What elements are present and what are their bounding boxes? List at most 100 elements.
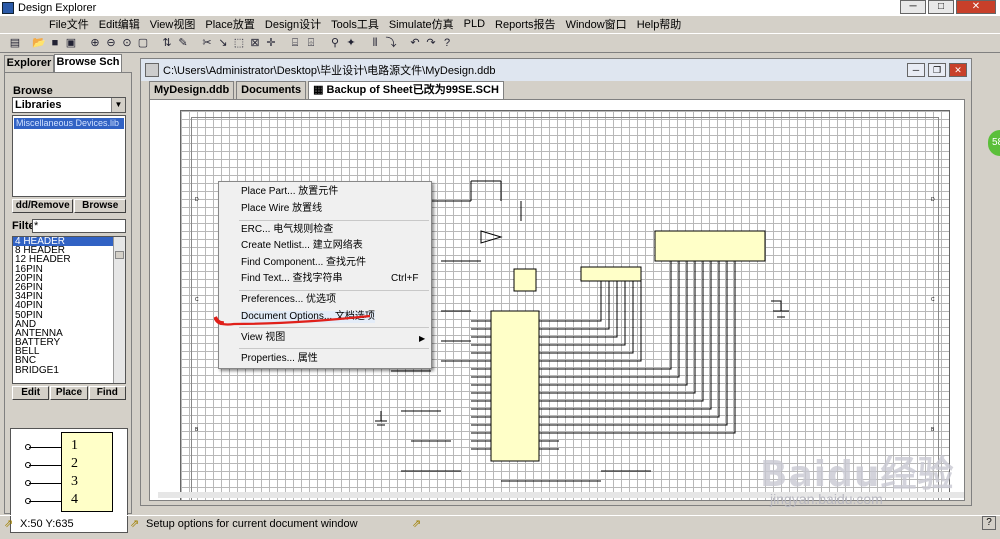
zoom-in-icon[interactable]: ⊕ — [88, 36, 102, 50]
pin-number: 3 — [71, 474, 78, 489]
menu-preferences[interactable]: Preferences... 优选项 — [241, 294, 336, 306]
menu-place-wire[interactable]: Place Wire 放置线 — [241, 203, 322, 215]
highlight-icon[interactable]: ✦ — [344, 36, 358, 50]
menu-view[interactable]: View视图 — [145, 16, 201, 32]
doc-close-button[interactable]: ✕ — [949, 63, 967, 77]
split-icon[interactable]: ⫴ — [368, 36, 382, 50]
menu-help[interactable]: Help帮助 — [632, 16, 687, 32]
menu-erc[interactable]: ERC... 电气规则检查 — [241, 224, 333, 236]
panel-toggle-icon[interactable]: ▤ — [8, 36, 22, 50]
zoom-out-icon[interactable]: ⊖ — [104, 36, 118, 50]
tab-mydesign-ddb[interactable]: MyDesign.ddb — [149, 81, 235, 99]
open-icon[interactable]: 📂 — [32, 36, 46, 50]
component-list-scrollbar[interactable] — [113, 237, 125, 383]
deselect-icon[interactable]: ⊠ — [248, 36, 262, 50]
document-icon — [145, 63, 159, 77]
cut-icon[interactable]: ✂ — [200, 36, 214, 50]
doc-restore-button[interactable]: ❐ — [928, 63, 946, 77]
library-item[interactable]: Miscellaneous Devices.lib — [14, 118, 124, 129]
browse-select-value: Libraries — [15, 99, 62, 111]
watermark: Baidu经验 jingyan.baidu.com — [760, 445, 1000, 515]
place-button[interactable]: Place — [50, 386, 88, 400]
border-label-b: B — [195, 427, 199, 433]
tab-explorer[interactable]: Explorer — [4, 55, 54, 72]
menu-separator — [239, 290, 429, 291]
find-button[interactable]: Find — [88, 386, 126, 400]
menu-pld[interactable]: PLD — [459, 18, 490, 30]
browse-label: Browse — [13, 85, 53, 97]
filter-input[interactable]: * — [32, 219, 126, 233]
library-icon[interactable]: ⌸ — [288, 36, 302, 50]
scrollbar-thumb[interactable] — [115, 251, 124, 259]
menu-edit[interactable]: Edit编辑 — [94, 16, 145, 32]
menu-design[interactable]: Design设计 — [260, 16, 326, 32]
tab-browse-sch[interactable]: Browse Sch — [54, 54, 122, 73]
browse-library-icon[interactable]: ⌹ — [304, 36, 318, 50]
maximize-button[interactable]: □ — [928, 0, 954, 14]
menu-find-text[interactable]: Find Text... 查找字符串 Ctrl+F — [241, 273, 427, 285]
pencil-icon[interactable]: ✎ — [176, 36, 190, 50]
pin-number: 2 — [71, 456, 78, 471]
menu-separator — [239, 220, 429, 221]
help-icon[interactable]: ? — [440, 36, 454, 50]
border-label-d-right: D — [931, 197, 935, 203]
menu-window[interactable]: Window窗口 — [561, 16, 632, 32]
pin-line — [29, 501, 61, 502]
pin-line — [29, 465, 61, 466]
tab-backup-sheet[interactable]: ▦ Backup of Sheet已改为99SE.SCH — [308, 81, 504, 99]
menu-reports[interactable]: Reports报告 — [490, 16, 561, 32]
menu-find-component[interactable]: Find Component... 查找元件 — [241, 257, 366, 269]
add-remove-button[interactable]: dd/Remove — [12, 199, 74, 213]
menu-tools[interactable]: Tools工具 — [326, 16, 384, 32]
move-icon[interactable]: ✛ — [264, 36, 278, 50]
status-message: ⇗ Setup options for current document win… — [130, 518, 358, 530]
probe-icon[interactable]: ⚲ — [328, 36, 342, 50]
resistor-pack — [580, 266, 642, 282]
edit-button[interactable]: Edit — [12, 386, 50, 400]
menu-bar: File文件 Edit编辑 View视图 Place放置 Design设计 To… — [0, 16, 1000, 32]
tab-documents[interactable]: Documents — [236, 81, 307, 99]
sensor-chip — [513, 268, 537, 292]
lcd-header — [654, 230, 766, 262]
menu-create-netlist[interactable]: Create Netlist... 建立网络表 — [241, 240, 363, 252]
menu-file[interactable]: File文件 — [44, 16, 94, 32]
hierarchy-icon[interactable]: ⇅ — [160, 36, 174, 50]
window-title: Design Explorer — [18, 2, 97, 14]
select-icon[interactable]: ⬚ — [232, 36, 246, 50]
design-explorer-app: Design Explorer ─ □ ✕ File文件 Edit编辑 View… — [0, 0, 1000, 539]
print-icon[interactable]: ▣ — [64, 36, 78, 50]
panel-tabs: Explorer Browse Sch — [4, 54, 132, 73]
title-bar: Design Explorer ─ □ ✕ — [0, 0, 1000, 16]
cursor-icon: ⇗ — [4, 518, 14, 530]
minimize-button[interactable]: ─ — [900, 0, 926, 14]
close-button[interactable]: ✕ — [956, 0, 996, 14]
status-help-icon[interactable]: ? — [982, 516, 996, 530]
library-list[interactable]: Miscellaneous Devices.lib — [12, 115, 126, 197]
menu-place[interactable]: Place放置 — [200, 16, 260, 32]
document-window-controls: ─ ❐ ✕ — [907, 63, 967, 77]
component-list[interactable]: 4 HEADER 8 HEADER 12 HEADER 16PIN 20PIN … — [12, 236, 126, 384]
status-bar: ⇗ X:50 Y:635 ⇗ Setup options for current… — [0, 515, 1000, 533]
chevron-down-icon[interactable]: ▼ — [111, 98, 125, 112]
list-item[interactable]: BRIDGE1 — [13, 365, 113, 375]
menu-properties[interactable]: Properties... 属性 — [241, 353, 318, 365]
status-message-text: Setup options for current document windo… — [146, 518, 358, 530]
undo-icon[interactable]: ↶ — [408, 36, 422, 50]
status-coordinates: ⇗ X:50 Y:635 — [4, 518, 74, 530]
redo-icon[interactable]: ↷ — [424, 36, 438, 50]
menu-simulate[interactable]: Simulate仿真 — [384, 16, 459, 32]
border-label-c: C — [195, 297, 199, 303]
side-badge[interactable]: 58 — [988, 130, 1000, 156]
mcu-chip — [490, 310, 540, 462]
zoom-area-icon[interactable]: ▢ — [136, 36, 150, 50]
zoom-fit-icon[interactable]: ⊙ — [120, 36, 134, 50]
save-icon[interactable]: ■ — [48, 36, 62, 50]
doc-minimize-button[interactable]: ─ — [907, 63, 925, 77]
browse-type-select[interactable]: Libraries ▼ — [12, 97, 126, 113]
menu-view-sub[interactable]: View 视图 — [241, 332, 285, 344]
browse-button[interactable]: Browse — [74, 199, 126, 213]
status-extra: ⇗ — [412, 518, 421, 530]
run-icon[interactable]: ⤵ — [384, 36, 398, 50]
menu-place-part[interactable]: Place Part... 放置元件 — [241, 186, 338, 198]
wire-icon[interactable]: ↘ — [216, 36, 230, 50]
